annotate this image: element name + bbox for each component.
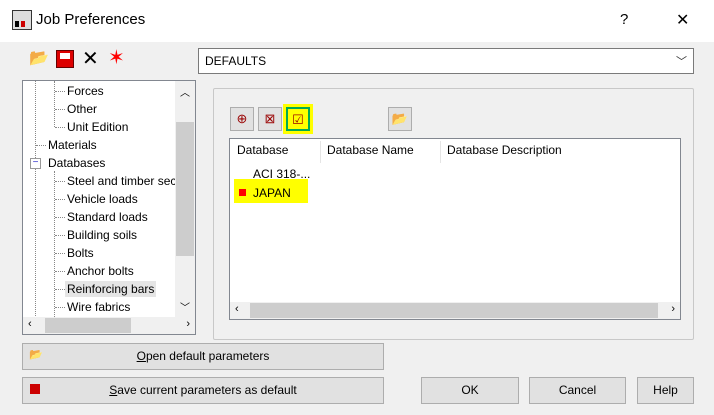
set-active-database-icon[interactable]: ☑ — [283, 104, 313, 134]
scrollbar-thumb[interactable] — [250, 303, 658, 318]
open-default-mnemonic: O — [136, 349, 146, 363]
tree-item-vehicle-loads[interactable]: Vehicle loads — [67, 192, 138, 206]
tree-item-databases[interactable]: Databases — [48, 156, 105, 170]
save-icon — [30, 384, 40, 394]
preferences-combo[interactable]: DEFAULTS ﹀ — [198, 48, 694, 74]
save-default-parameters-button[interactable]: Save current parameters as default — [22, 377, 384, 404]
preferences-tree[interactable]: Forces Other Unit Edition Materials − Da… — [22, 80, 196, 335]
cancel-button[interactable]: Cancel — [529, 377, 626, 404]
column-database-description[interactable]: Database Description — [447, 143, 562, 157]
add-database-icon[interactable]: ⊕ — [230, 107, 254, 131]
close-button[interactable]: ✕ — [676, 10, 689, 30]
tree-item-reinforcing-bars[interactable]: Reinforcing bars — [65, 281, 157, 297]
folder-open-icon: 📂 — [29, 349, 43, 361]
reset-icon[interactable]: ✶ — [108, 45, 125, 70]
combo-value: DEFAULTS — [205, 54, 267, 68]
column-database-name[interactable]: Database Name — [327, 143, 414, 157]
chevron-down-icon: ﹀ — [676, 56, 687, 68]
tree-vertical-scrollbar[interactable]: ︿ ﹀ — [175, 81, 195, 317]
tree-item-anchor-bolts[interactable]: Anchor bolts — [67, 264, 134, 278]
database-list[interactable]: Database Database Name Database Descript… — [229, 138, 681, 320]
save-default-label: ave current parameters as default — [117, 383, 297, 397]
list-row[interactable]: JAPAN — [253, 186, 291, 200]
remove-database-icon[interactable]: ⊠ — [258, 107, 282, 131]
tree-item-bolts[interactable]: Bolts — [67, 246, 94, 260]
save-icon[interactable] — [56, 50, 74, 68]
tree-item-materials[interactable]: Materials — [48, 138, 97, 152]
collapse-icon[interactable]: − — [30, 158, 41, 169]
scrollbar-thumb[interactable] — [176, 122, 194, 256]
tree-item-standard-loads[interactable]: Standard loads — [67, 210, 148, 224]
app-icon — [12, 10, 32, 30]
column-database[interactable]: Database — [237, 143, 288, 157]
window-title: Job Preferences — [36, 11, 146, 28]
tree-horizontal-scrollbar[interactable]: ‹ › — [23, 317, 195, 334]
ok-button[interactable]: OK — [421, 377, 519, 404]
open-database-icon[interactable]: 📂 — [388, 107, 412, 131]
tree-item-unit-edition[interactable]: Unit Edition — [67, 120, 128, 134]
folder-open-icon[interactable]: 📂 — [24, 48, 54, 68]
open-default-label: pen default parameters — [145, 349, 270, 363]
open-default-parameters-button[interactable]: 📂 Open default parameters — [22, 343, 384, 370]
active-marker-icon — [239, 189, 246, 196]
title-bar: Job Preferences ? ✕ — [0, 0, 714, 42]
tree-item-forces[interactable]: Forces — [67, 84, 104, 98]
scrollbar-thumb[interactable] — [45, 318, 131, 333]
delete-icon[interactable]: ✕ — [82, 46, 99, 71]
help-dialog-button[interactable]: Help — [637, 377, 694, 404]
tree-item-wire-fabrics[interactable]: Wire fabrics — [67, 300, 130, 314]
list-horizontal-scrollbar[interactable]: ‹ › — [230, 302, 680, 319]
tree-item-building-soils[interactable]: Building soils — [67, 228, 137, 242]
help-button[interactable]: ? — [620, 11, 628, 28]
tree-item-other[interactable]: Other — [67, 102, 97, 116]
